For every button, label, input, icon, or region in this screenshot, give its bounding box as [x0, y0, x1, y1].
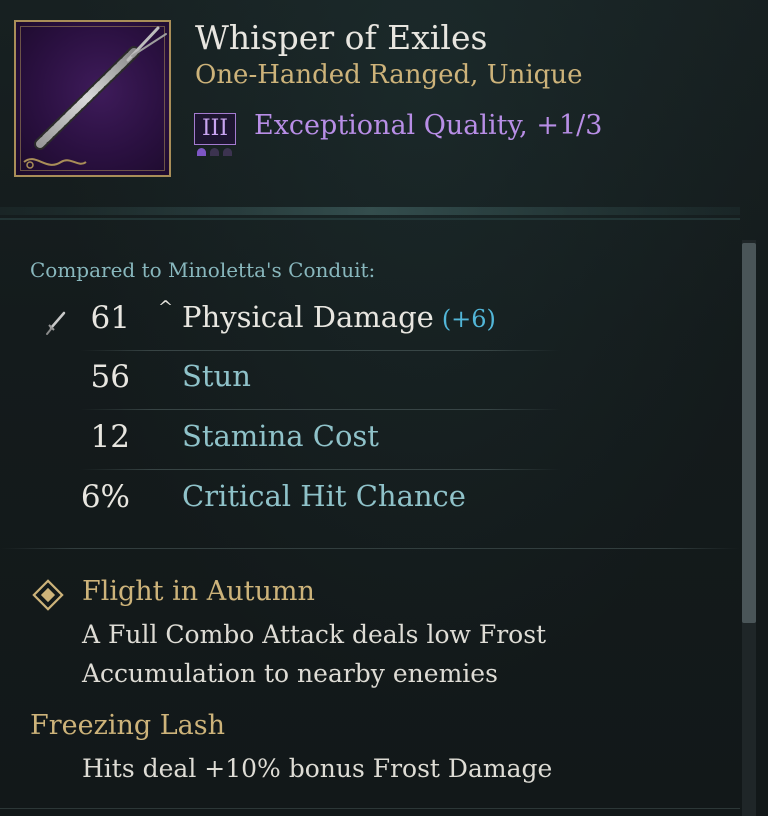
row-divider [80, 409, 560, 410]
item-type: One-Handed Ranged, Unique [195, 60, 583, 90]
perk-description-line: Hits deal +10% bonus Frost Damage [82, 754, 553, 783]
stat-value: 6% [80, 479, 130, 515]
row-divider [80, 350, 560, 351]
comparison-header: Compared to Minoletta's Conduit: [30, 258, 376, 282]
row-divider [80, 469, 560, 470]
quality-pip [210, 148, 219, 156]
stat-increase-marker: ^ [158, 297, 174, 318]
stat-delta: (+6) [441, 305, 496, 333]
stat-label: Stun [182, 359, 251, 393]
item-tooltip-panel: Whisper of Exiles One-Handed Ranged, Uni… [0, 0, 768, 816]
stat-label-text: Physical Damage [182, 300, 434, 334]
quality-text: Exceptional Quality, +1/3 [254, 110, 603, 141]
stat-row-critical-hit-chance: 6% Critical Hit Chance [0, 472, 740, 530]
scrollbar-thumb[interactable] [742, 243, 756, 623]
stat-label: Critical Hit Chance [182, 479, 466, 513]
stat-label: Physical Damage (+6) [182, 300, 496, 334]
quality-pip [197, 148, 206, 156]
stat-row-stamina-cost: 12 Stamina Cost [0, 412, 740, 470]
section-divider [0, 548, 740, 549]
perk-name: Freezing Lash [30, 710, 225, 741]
header-divider-ornament [0, 207, 740, 220]
perk-description-line: A Full Combo Attack deals low Frost [82, 620, 547, 649]
perk-name: Flight in Autumn [82, 576, 315, 607]
stat-value: 12 [90, 419, 130, 455]
quality-pips [197, 148, 241, 158]
stat-value: 56 [90, 359, 130, 395]
stat-row-stun: 56 Stun [0, 352, 740, 410]
item-image [14, 20, 171, 177]
perk-description-line: Accumulation to nearby enemies [82, 659, 498, 688]
sword-icon [46, 311, 66, 335]
item-name: Whisper of Exiles [195, 18, 488, 57]
stat-row-physical-damage: 61 ^ Physical Damage (+6) [0, 293, 740, 351]
stat-label: Stamina Cost [182, 419, 379, 453]
quality-tier-badge: III [194, 113, 236, 145]
diamond-icon [32, 579, 64, 611]
staff-weapon-icon [23, 26, 167, 169]
stat-value: 61 [90, 300, 130, 336]
quality-pip [223, 148, 232, 156]
bottom-divider [0, 808, 740, 809]
